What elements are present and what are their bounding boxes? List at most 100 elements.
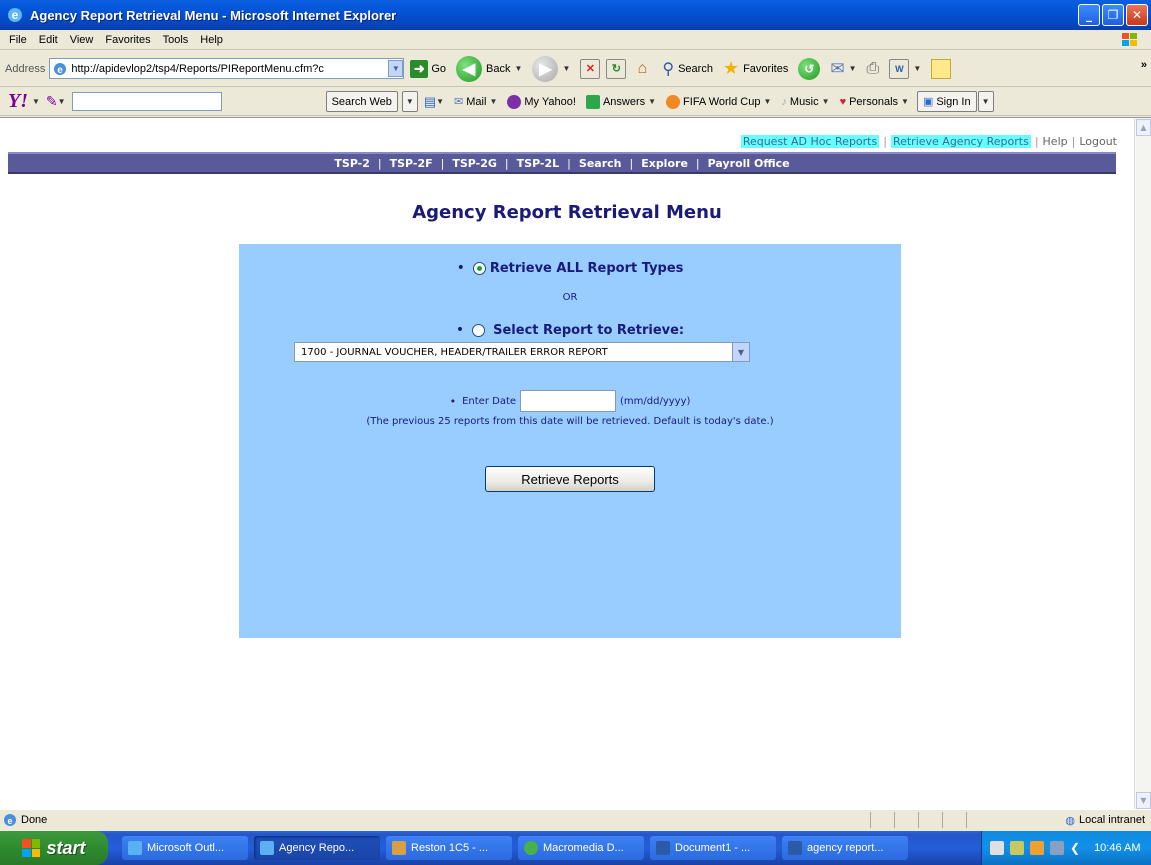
scroll-up-icon[interactable]: ▲	[1136, 119, 1151, 136]
messenger-button[interactable]	[931, 58, 952, 79]
date-row: • Enter Date (mm/dd/yyyy)	[239, 390, 901, 412]
my-yahoo-icon	[507, 94, 522, 109]
logout-link[interactable]: Logout	[1079, 135, 1117, 148]
start-button[interactable]: start	[0, 831, 108, 865]
menu-edit[interactable]: Edit	[39, 34, 58, 46]
highlight-dropdown-icon[interactable]: ▼	[436, 97, 444, 106]
tray-expand-icon[interactable]: ❮	[1070, 841, 1080, 855]
nav-tsp-2g[interactable]: TSP-2G	[452, 157, 497, 170]
address-dropdown-icon[interactable]: ▼	[388, 60, 404, 77]
nav-tsp-2l[interactable]: TSP-2L	[517, 157, 560, 170]
mail-button[interactable]: ✉ ▼	[830, 59, 856, 79]
svg-text:e: e	[58, 65, 64, 76]
fifa-world-cup[interactable]: FIFA World Cup ▼	[666, 94, 771, 109]
pen-tray-icon[interactable]	[990, 841, 1004, 855]
chevron-down-icon[interactable]: ▼	[732, 343, 749, 361]
task-macromedia[interactable]: Macromedia D...	[518, 836, 644, 860]
mail-dropdown-icon[interactable]: ▼	[849, 64, 857, 73]
page-icon: e	[54, 62, 67, 76]
bullet-icon: •	[449, 394, 457, 408]
address-input[interactable]: e http://apidevlop2/tsp4/Reports/PIRepor…	[49, 58, 405, 79]
highlight-icon[interactable]: ▤	[424, 94, 436, 110]
edit-dropdown-icon[interactable]: ▼	[913, 64, 921, 73]
report-select[interactable]: 1700 - JOURNAL VOUCHER, HEADER/TRAILER E…	[294, 342, 750, 362]
retrieve-all-radio[interactable]	[472, 261, 486, 275]
task-agency-report[interactable]: Agency Repo...	[254, 836, 380, 860]
stop-button[interactable]: ✕	[580, 58, 601, 79]
forward-dropdown-icon[interactable]: ▼	[562, 64, 570, 73]
help-link[interactable]: Help	[1043, 135, 1068, 148]
refresh-button[interactable]: ↻	[606, 58, 627, 79]
sign-in-button[interactable]: ▣ Sign In	[916, 91, 977, 112]
mail-envelope-icon: ✉	[454, 96, 464, 108]
yahoo-answers[interactable]: Answers ▼	[585, 94, 656, 109]
date-input[interactable]	[520, 390, 617, 412]
nav-separator: |	[567, 156, 571, 170]
go-button[interactable]: ➜ Go	[410, 59, 447, 78]
search-button[interactable]: ⚲ Search	[662, 59, 713, 79]
sound-tray-icon[interactable]	[1030, 841, 1044, 855]
back-button[interactable]: ◀ Back ▼	[456, 55, 523, 82]
retrieve-reports-button[interactable]: Retrieve Reports	[485, 466, 655, 492]
retrieve-agency-reports-link[interactable]: Retrieve Agency Reports	[890, 135, 1031, 148]
home-button[interactable]: ⌂	[632, 59, 652, 79]
forward-button[interactable]: ▶ ▼	[532, 55, 570, 82]
security-zone: ◍ Local intranet	[1065, 814, 1145, 827]
task-label: agency report...	[807, 842, 884, 854]
go-label: Go	[431, 62, 447, 75]
yahoo-logo-icon[interactable]: Y!	[8, 90, 28, 113]
yahoo-personals[interactable]: ♥ Personals ▼	[840, 96, 909, 108]
my-yahoo[interactable]: My Yahoo!	[507, 94, 576, 109]
select-report-label[interactable]: Select Report to Retrieve:	[493, 323, 684, 338]
menu-help[interactable]: Help	[200, 34, 223, 46]
network-tray-icon[interactable]	[1010, 841, 1024, 855]
nav-search[interactable]: Search	[579, 157, 622, 170]
yahoo-music[interactable]: ♪ Music ▼	[781, 96, 829, 108]
enter-date-label: Enter Date	[462, 395, 517, 407]
toolbar-overflow-icon[interactable]: »	[1141, 59, 1147, 71]
sign-in-dropdown[interactable]: ▼	[977, 91, 994, 112]
yahoo-answers-label: Answers	[602, 95, 646, 108]
monitor-tray-icon[interactable]	[1050, 841, 1064, 855]
print-button[interactable]: ⎙	[867, 60, 880, 78]
favorites-button[interactable]: ★ Favorites	[723, 58, 788, 79]
yahoo-mail[interactable]: ✉ Mail ▼	[454, 95, 497, 109]
task-label: Microsoft Outl...	[147, 842, 225, 854]
nav-payroll-office[interactable]: Payroll Office	[708, 157, 790, 170]
yahoo-search-web-button[interactable]: Search Web	[325, 91, 398, 112]
yahoo-menu-dropdown-icon[interactable]: ▼	[32, 97, 40, 106]
menu-file[interactable]: File	[9, 34, 27, 46]
nav-explore[interactable]: Explore	[641, 157, 688, 170]
maximize-button[interactable]: ❐	[1102, 4, 1124, 26]
request-adhoc-reports-link[interactable]: Request AD Hoc Reports	[740, 135, 880, 148]
nav-tsp-2[interactable]: TSP-2	[334, 157, 370, 170]
task-document1[interactable]: Document1 - ...	[650, 836, 776, 860]
pencil-dropdown-icon[interactable]: ▼	[58, 97, 66, 106]
yahoo-search-input[interactable]	[71, 92, 222, 111]
nav-tsp-2f[interactable]: TSP-2F	[390, 157, 433, 170]
task-agency-report-doc[interactable]: agency report...	[782, 836, 908, 860]
minimize-button[interactable]: _	[1078, 4, 1100, 26]
retrieve-all-label[interactable]: Retrieve ALL Report Types	[490, 261, 684, 276]
task-label: Reston 1C5 - ...	[411, 842, 489, 854]
select-report-radio[interactable]	[472, 323, 486, 337]
radio-selected-dot	[476, 265, 482, 271]
menu-favorites[interactable]: Favorites	[105, 34, 150, 46]
pencil-icon[interactable]: ✎	[46, 93, 58, 110]
menu-tools[interactable]: Tools	[163, 34, 189, 46]
scroll-down-icon[interactable]: ▼	[1136, 792, 1151, 809]
close-button[interactable]: ✕	[1126, 4, 1148, 26]
clock: 10:46 AM	[1094, 842, 1141, 854]
outlook-icon	[128, 841, 142, 855]
address-label: Address	[5, 62, 46, 75]
yahoo-mail-label: Mail	[466, 95, 487, 108]
option-select-row: • Select Report to Retrieve:	[239, 322, 901, 338]
task-reston[interactable]: Reston 1C5 - ...	[386, 836, 512, 860]
menu-view[interactable]: View	[70, 34, 94, 46]
search-web-dropdown[interactable]: ▼	[401, 91, 418, 112]
vertical-scrollbar[interactable]: ▲ ▼	[1134, 118, 1151, 810]
edit-button[interactable]: W ▼	[889, 58, 921, 79]
history-button[interactable]: ↺	[798, 57, 821, 80]
back-dropdown-icon[interactable]: ▼	[515, 64, 523, 73]
task-outlook[interactable]: Microsoft Outl...	[122, 836, 248, 860]
